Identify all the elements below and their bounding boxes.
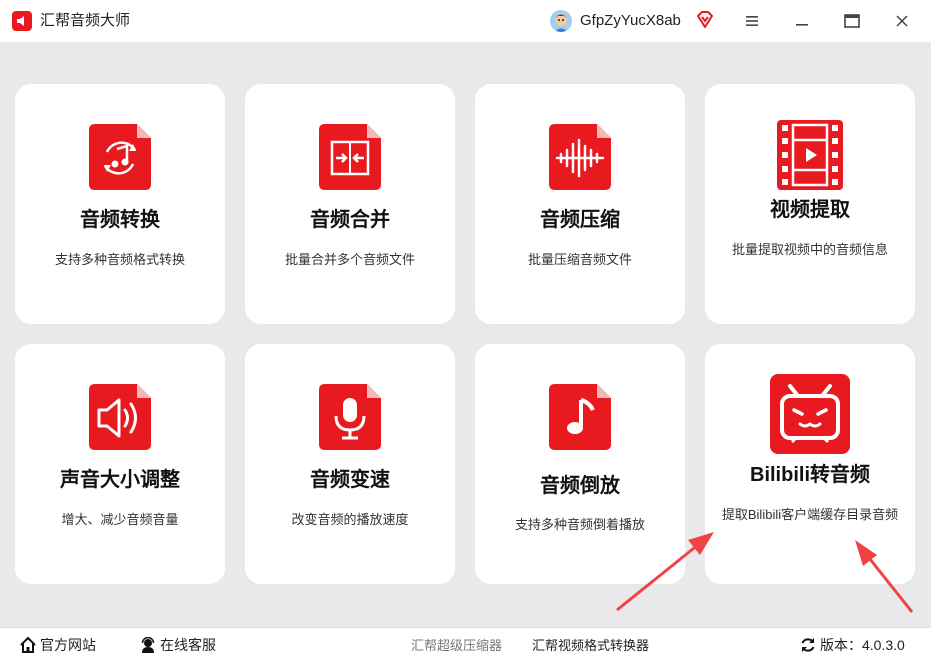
vip-diamond-icon[interactable] — [695, 10, 715, 30]
card-audio-convert[interactable]: 音频转换 支持多种音频格式转换 — [15, 84, 225, 324]
card-title: 视频提取 — [770, 199, 850, 221]
card-title: 音频变速 — [310, 469, 390, 491]
card-desc: 增大、减少音频音量 — [61, 512, 179, 527]
card-volume-adjust[interactable]: 声音大小调整 增大、减少音频音量 — [15, 344, 225, 584]
avatar[interactable] — [550, 10, 572, 32]
audio-merge-icon — [319, 124, 381, 190]
card-video-extract[interactable]: 视频提取 批量提取视频中的音频信息 — [705, 84, 915, 324]
card-desc: 批量压缩音频文件 — [527, 252, 632, 267]
card-desc: 改变音频的播放速度 — [291, 512, 409, 527]
menu-icon — [746, 16, 758, 26]
app-logo-icon — [12, 11, 32, 31]
card-title: 声音大小调整 — [60, 469, 180, 491]
online-support-link[interactable]: 在线客服 — [140, 628, 216, 660]
minimize-icon — [796, 24, 808, 26]
card-audio-merge[interactable]: 音频合并 批量合并多个音频文件 — [245, 84, 455, 324]
version-label: 版本：4.0.3.0 — [820, 636, 905, 653]
audio-convert-icon — [89, 124, 151, 190]
card-title: 音频转换 — [80, 209, 160, 231]
home-icon — [20, 636, 36, 653]
audio-compress-icon — [549, 124, 611, 190]
online-support-label: 在线客服 — [160, 636, 216, 653]
card-audio-reverse[interactable]: 音频倒放 支持多种音频倒着播放 — [475, 344, 685, 584]
version-info[interactable]: 版本：4.0.3.0 — [800, 628, 905, 660]
close-button[interactable] — [889, 8, 915, 34]
volume-icon — [89, 384, 151, 450]
compressor-link[interactable]: 汇帮超级压缩器 — [411, 628, 502, 660]
minimize-button[interactable] — [789, 8, 815, 34]
close-icon — [896, 15, 908, 27]
card-audio-speed[interactable]: 音频变速 改变音频的播放速度 — [245, 344, 455, 584]
menu-button[interactable] — [739, 8, 765, 34]
headset-icon — [141, 636, 155, 653]
card-title: Bilibili转音频 — [750, 464, 870, 486]
card-audio-compress[interactable]: 音频压缩 批量压缩音频文件 — [475, 84, 685, 324]
card-bilibili-audio[interactable]: Bilibili转音频 提取Bilibili客户端缓存目录音频 — [705, 344, 915, 584]
video-converter-link[interactable]: 汇帮视频格式转换器 — [532, 628, 649, 660]
card-desc: 支持多种音频倒着播放 — [514, 517, 645, 532]
app-title: 汇帮音频大师 — [40, 12, 131, 29]
username[interactable]: GfpZyYucX8ab — [580, 11, 681, 31]
title-bar: 汇帮音频大师 GfpZyYucX8ab — [0, 0, 931, 42]
music-note-icon — [549, 384, 611, 450]
official-website-label: 官方网站 — [40, 636, 96, 653]
maximize-button[interactable] — [839, 8, 865, 34]
video-extract-icon — [777, 120, 843, 190]
maximize-icon — [844, 14, 860, 28]
card-desc: 批量合并多个音频文件 — [284, 252, 415, 267]
card-desc: 批量提取视频中的音频信息 — [731, 242, 888, 257]
card-desc: 提取Bilibili客户端缓存目录音频 — [721, 507, 899, 522]
card-title: 音频合并 — [310, 209, 390, 231]
card-desc: 支持多种音频格式转换 — [54, 252, 185, 267]
official-website-link[interactable]: 官方网站 — [20, 628, 96, 660]
bilibili-tv-icon — [770, 374, 850, 454]
card-title: 音频倒放 — [540, 475, 620, 497]
card-title: 音频压缩 — [540, 209, 620, 231]
microphone-icon — [319, 384, 381, 450]
refresh-icon — [801, 637, 815, 652]
footer-bar: 官方网站 在线客服 汇帮超级压缩器 汇帮视频格式转换器 版本：4.0.3.0 — [0, 627, 931, 660]
